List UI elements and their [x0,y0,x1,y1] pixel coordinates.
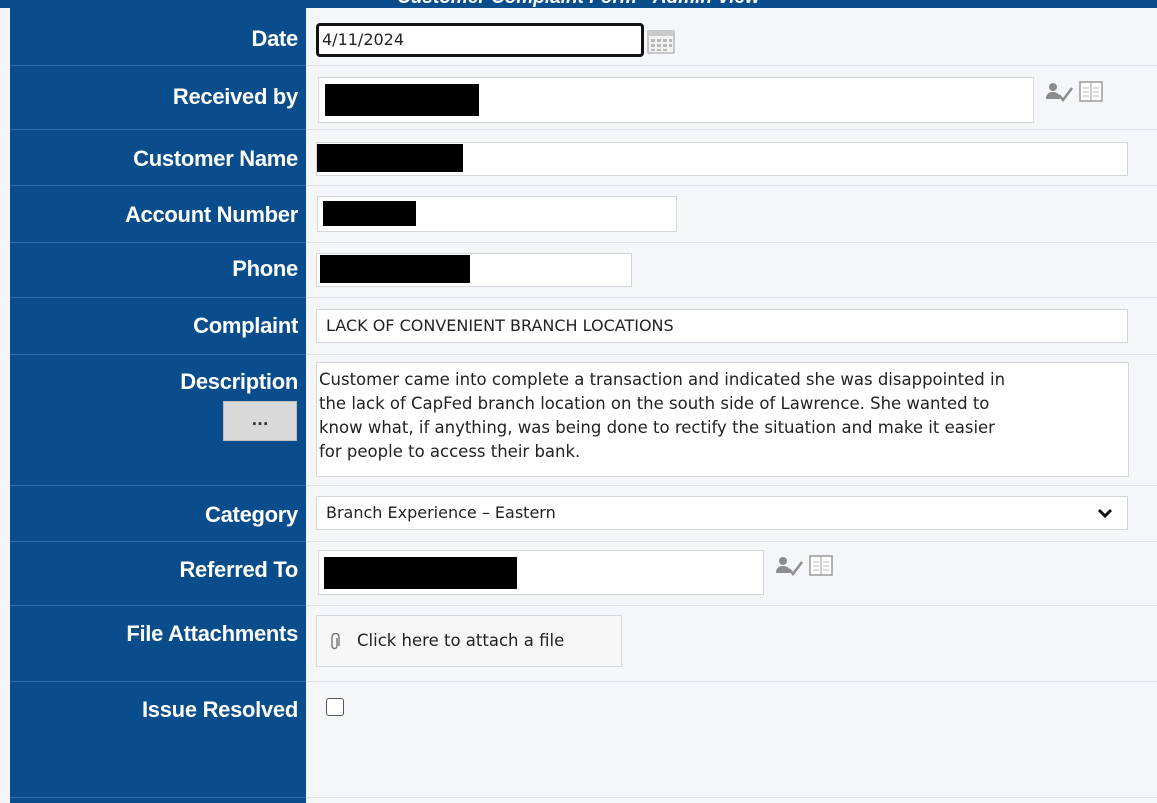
redacted-customer-name [317,144,463,172]
paperclip-icon [331,633,340,650]
row-divider [10,129,1157,130]
description-line: for people to access their bank. [319,442,581,461]
address-book-icon[interactable] [808,554,836,578]
date-label: Date [251,26,299,51]
redacted-account-number [323,201,416,226]
row-divider [10,65,1157,66]
description-line: the lack of CapFed branch location on th… [319,394,990,413]
row-divider [10,797,1157,798]
issue-resolved-label: Issue Resolved [142,697,298,722]
category-selected-value: Branch Experience – Eastern [326,503,556,522]
complaint-value: LACK OF CONVENIENT BRANCH LOCATIONS [326,316,674,335]
phone-input[interactable] [316,253,632,287]
complaint-label: Complaint [193,313,298,338]
referred-to-label: Referred To [179,557,298,582]
description-line: know what, if anything, was being done t… [319,418,995,437]
row-divider [10,681,1157,682]
description-line: Customer came into complete a transactio… [319,370,1006,389]
row-divider [10,485,1157,486]
description-textarea[interactable]: Customer came into complete a transactio… [316,362,1129,477]
people-picker-icon[interactable] [1044,80,1074,104]
calendar-icon[interactable] [647,30,675,54]
category-select[interactable]: Branch Experience – Eastern [316,496,1128,530]
row-divider [10,297,1157,298]
account-number-label: Account Number [124,202,298,227]
form-header: Customer Complaint Form - Admin View [0,0,1157,8]
address-book-icon[interactable] [1078,80,1106,104]
description-label: Description [180,369,298,394]
form-title: Customer Complaint Form - Admin View [0,0,1157,8]
customer-name-label: Customer Name [133,146,298,171]
row-divider [10,242,1157,243]
people-picker-icon[interactable] [774,554,804,578]
date-value: 4/11/2024 [322,30,405,49]
customer-name-input[interactable] [316,142,1128,176]
attach-file-label: Click here to attach a file [357,631,565,650]
received-by-label: Received by [172,84,298,109]
account-number-input[interactable] [317,196,677,232]
row-divider [10,185,1157,186]
expand-button-label: ... [251,411,269,429]
row-divider [10,354,1157,355]
phone-label: Phone [232,256,298,281]
issue-resolved-checkbox[interactable] [326,698,344,716]
row-divider [10,541,1157,542]
referred-to-input[interactable] [318,550,764,595]
complaint-input[interactable]: LACK OF CONVENIENT BRANCH LOCATIONS [316,309,1128,343]
redacted-name [325,84,479,116]
row-divider [10,605,1157,606]
redacted-phone [320,255,470,283]
date-input[interactable]: 4/11/2024 [316,23,644,57]
redacted-referred-to [324,557,517,589]
received-by-input[interactable] [318,77,1034,123]
description-expand-button[interactable]: ... [223,401,297,441]
category-label: Category [205,502,298,527]
attach-file-button[interactable]: Click here to attach a file [316,615,622,667]
file-attachments-label: File Attachments [126,621,298,646]
chevron-down-icon[interactable] [1097,507,1113,519]
